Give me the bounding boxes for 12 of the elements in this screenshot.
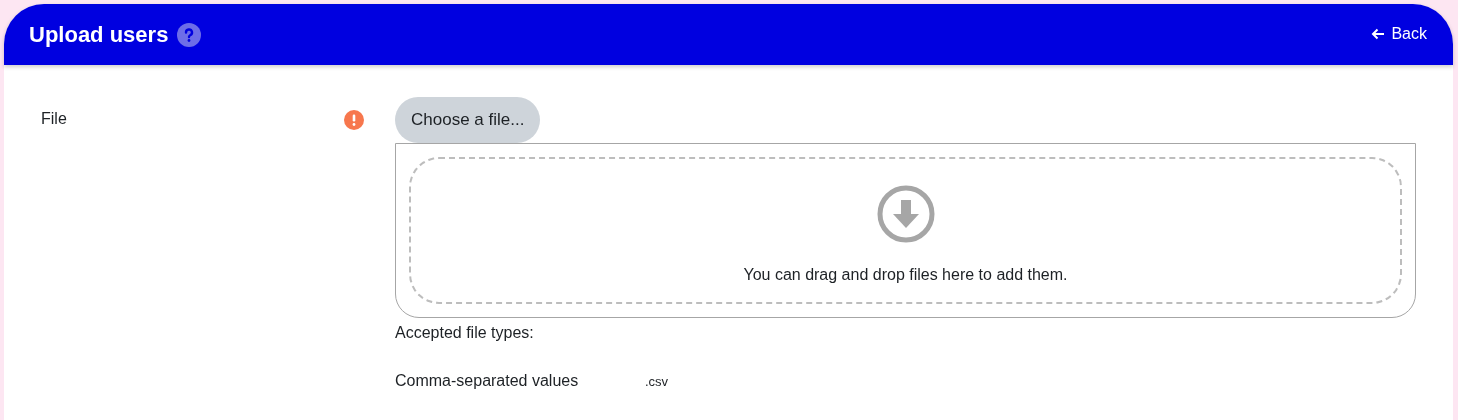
page-title: Upload users — [29, 21, 169, 48]
help-icon[interactable] — [177, 22, 202, 47]
back-link[interactable]: Back — [1371, 25, 1427, 43]
arrow-left-icon — [1371, 28, 1386, 40]
file-type-name: Comma-separated values — [395, 372, 580, 390]
field-label: File — [41, 110, 67, 128]
drop-hint: You can drag and drop files here to add them. — [743, 266, 1068, 284]
drop-area[interactable]: You can drag and drop files here to add them. — [395, 143, 1416, 318]
choose-file-button[interactable]: Choose a file... — [395, 97, 541, 143]
accepted-types-label: Accepted file types: — [395, 324, 534, 342]
download-icon — [876, 185, 935, 243]
file-extension: .csv — [645, 374, 669, 389]
